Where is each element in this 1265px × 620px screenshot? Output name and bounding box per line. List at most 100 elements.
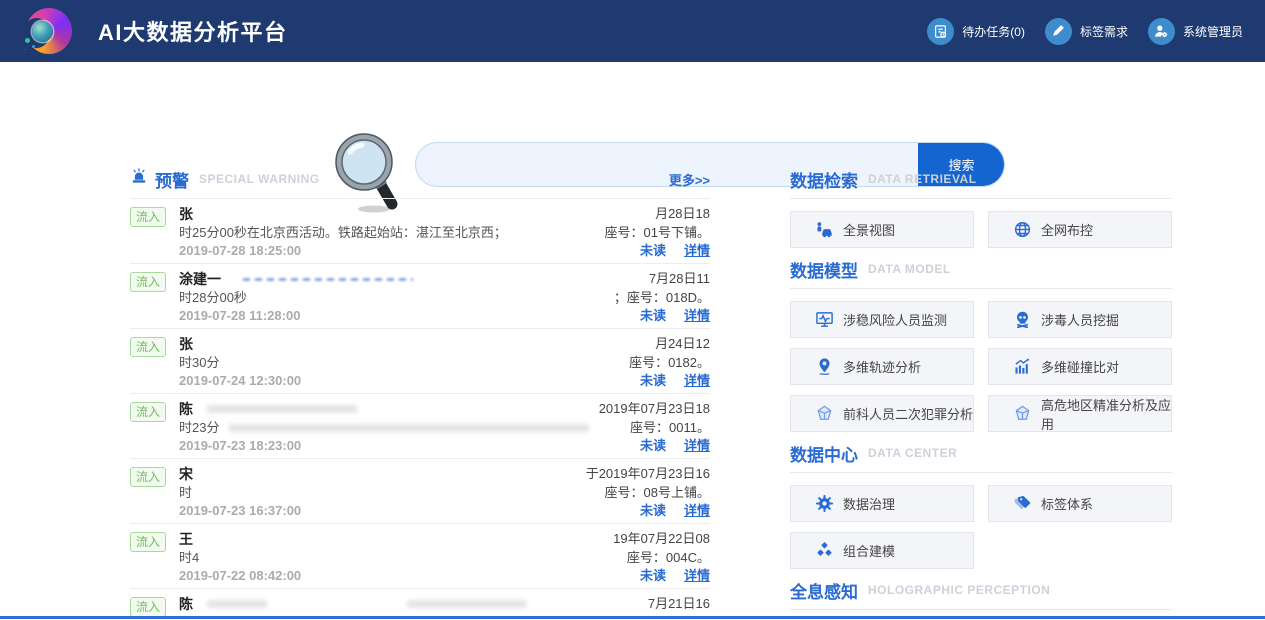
warning-date-fragment: 7月28日11	[641, 270, 710, 288]
warning-item[interactable]: 流入 张 月28日18 时25分00秒在北京西活动。铁路起始站：湛江至北京西； …	[130, 199, 710, 264]
unread-link[interactable]: 未读	[640, 308, 666, 324]
logo-dots	[25, 38, 30, 43]
section-data-model: 数据模型 DATA MODEL 涉稳风险人员监测	[790, 258, 1172, 432]
warning-date-fragment: 月28日18	[647, 205, 710, 223]
gem-cube-icon	[815, 404, 834, 423]
divider	[790, 472, 1172, 473]
button-label: 高危地区精准分析及应用	[1041, 395, 1171, 433]
warning-name: 宋	[179, 465, 193, 483]
unread-link[interactable]: 未读	[640, 568, 666, 584]
section-data-center: 数据中心 DATA CENTER 数据治理	[790, 442, 1172, 569]
warnings-panel: 预警 SPECIAL WARNING 更多>> 流入 张 月28日18 时25分…	[130, 168, 710, 620]
redacted-text	[229, 424, 589, 432]
redacted-text	[207, 405, 357, 413]
button-data-governance[interactable]: 数据治理	[790, 485, 974, 522]
warning-timestamp: 2019-07-28 18:25:00	[179, 243, 301, 259]
nav-item-pending-tasks[interactable]: 待办任务(0)	[927, 18, 1025, 45]
unread-link[interactable]: 未读	[640, 503, 666, 519]
nav-item-tag-request[interactable]: 标签需求	[1045, 18, 1128, 45]
gem-cube-icon	[1013, 404, 1032, 423]
warnings-title: 预警	[155, 167, 189, 192]
section-subtitle: HOLOGRAPHIC PERCEPTION	[868, 583, 1172, 597]
warning-name: 涂建一	[179, 270, 221, 288]
warning-item[interactable]: 流入 宋 于2019年07月23日16 时 座号：08号上铺。 2019-07-…	[130, 459, 710, 524]
detail-link[interactable]: 详情	[684, 438, 710, 454]
warning-item[interactable]: 流入 涂建一 7月28日11 时28分00秒 ；座号：018D。 2019-07…	[130, 264, 710, 329]
detail-link[interactable]: 详情	[684, 243, 710, 259]
search-section: 搜索	[0, 62, 1265, 166]
button-panorama-view[interactable]: 全景视图	[790, 211, 974, 248]
section-title: 数据中心	[790, 441, 858, 466]
warning-text: 时30分	[179, 355, 219, 371]
section-title: 全息感知	[790, 578, 858, 603]
app-header: AI大数据分析平台 待办任务(0) 标签需求	[0, 0, 1265, 62]
task-list-icon	[927, 18, 954, 45]
button-label: 涉稳风险人员监测	[843, 310, 947, 329]
button-drug-person-mining[interactable]: 涉毒人员挖掘	[988, 301, 1172, 338]
warning-seat: 座号：004C。	[619, 550, 710, 566]
warning-body: 涂建一 7月28日11 时28分00秒 ；座号：018D。 2019-07-28…	[179, 270, 710, 324]
section-title: 数据模型	[790, 257, 858, 282]
tag-pen-icon	[1045, 18, 1072, 45]
page: AI大数据分析平台 待办任务(0) 标签需求	[0, 0, 1265, 620]
inflow-badge: 流入	[130, 532, 166, 552]
warning-seat: ；座号：018D。	[606, 290, 710, 306]
detail-link[interactable]: 详情	[684, 373, 710, 389]
button-combined-modeling[interactable]: 组合建模	[790, 532, 974, 569]
unread-link[interactable]: 未读	[640, 373, 666, 389]
nav-item-system-admin[interactable]: 系统管理员	[1148, 18, 1243, 45]
detail-link[interactable]: 详情	[684, 568, 710, 584]
warning-timestamp: 2019-07-23 16:37:00	[179, 503, 301, 519]
section-holographic-perception: 全息感知 HOLOGRAPHIC PERCEPTION	[790, 579, 1172, 620]
warning-body: 宋 于2019年07月23日16 时 座号：08号上铺。 2019-07-23 …	[179, 465, 710, 519]
warning-name: 陈	[179, 595, 193, 613]
warning-date-fragment: 19年07月22日08	[605, 530, 710, 548]
section-header: 数据检索 DATA RETRIEVAL	[790, 168, 1172, 190]
unread-link[interactable]: 未读	[640, 243, 666, 259]
app-title: AI大数据分析平台	[98, 15, 288, 47]
more-link[interactable]: 更多>>	[669, 170, 710, 189]
inflow-badge: 流入	[130, 207, 166, 227]
warning-timestamp: 2019-07-23 18:23:00	[179, 438, 301, 454]
warning-name: 张	[179, 335, 193, 353]
button-label: 组合建模	[843, 541, 895, 560]
bottom-divider-line	[0, 616, 1265, 619]
warnings-header: 预警 SPECIAL WARNING 更多>>	[130, 168, 710, 190]
section-subtitle: DATA MODEL	[868, 262, 1172, 276]
top-nav: 待办任务(0) 标签需求	[927, 18, 1243, 45]
unread-link[interactable]: 未读	[640, 438, 666, 454]
section-header: 数据中心 DATA CENTER	[790, 442, 1172, 464]
warning-date-fragment: 7月21日16	[640, 595, 710, 613]
globe-icon	[32, 21, 53, 42]
panorama-view-icon	[815, 220, 834, 239]
functions-panel: 数据检索 DATA RETRIEVAL 全景视图	[790, 168, 1172, 620]
warning-item[interactable]: 流入 陈 2019年07月23日18 时23分 座号：0011。 2019-07…	[130, 394, 710, 459]
warning-text: 时	[179, 485, 192, 501]
button-label: 多维轨迹分析	[843, 357, 921, 376]
inflow-badge: 流入	[130, 402, 166, 422]
button-multi-collision-compare[interactable]: 多维碰撞比对	[988, 348, 1172, 385]
warning-item[interactable]: 流入 王 19年07月22日08 时4 座号：004C。 2019-07-22 …	[130, 524, 710, 589]
button-label: 标签体系	[1041, 494, 1093, 513]
section-subtitle: DATA CENTER	[868, 446, 1172, 460]
button-recidivism-analysis[interactable]: 前科人员二次犯罪分析	[790, 395, 974, 432]
redacted-text	[243, 278, 413, 281]
button-network-control[interactable]: 全网布控	[988, 211, 1172, 248]
button-high-risk-area-analysis[interactable]: 高危地区精准分析及应用	[988, 395, 1172, 432]
inflow-badge: 流入	[130, 597, 166, 617]
button-stability-risk-monitor[interactable]: 涉稳风险人员监测	[790, 301, 974, 338]
button-tag-system[interactable]: 标签体系	[988, 485, 1172, 522]
button-multi-track-analysis[interactable]: 多维轨迹分析	[790, 348, 974, 385]
gear-icon	[815, 494, 834, 513]
detail-link[interactable]: 详情	[684, 308, 710, 324]
monitor-pulse-icon	[815, 310, 834, 329]
detail-link[interactable]: 详情	[684, 503, 710, 519]
section-header: 数据模型 DATA MODEL	[790, 258, 1172, 280]
warning-seat: 座号：0011。	[622, 420, 710, 436]
redacted-text	[407, 600, 527, 608]
warning-item[interactable]: 流入 张 月24日12 时30分 座号：0182。 2019-07-24 12:…	[130, 329, 710, 394]
nav-label: 标签需求	[1080, 23, 1128, 40]
inflow-badge: 流入	[130, 272, 166, 292]
warning-body: 张 月24日12 时30分 座号：0182。 2019-07-24 12:30:…	[179, 335, 710, 389]
warning-body: 王 19年07月22日08 时4 座号：004C。 2019-07-22 08:…	[179, 530, 710, 584]
